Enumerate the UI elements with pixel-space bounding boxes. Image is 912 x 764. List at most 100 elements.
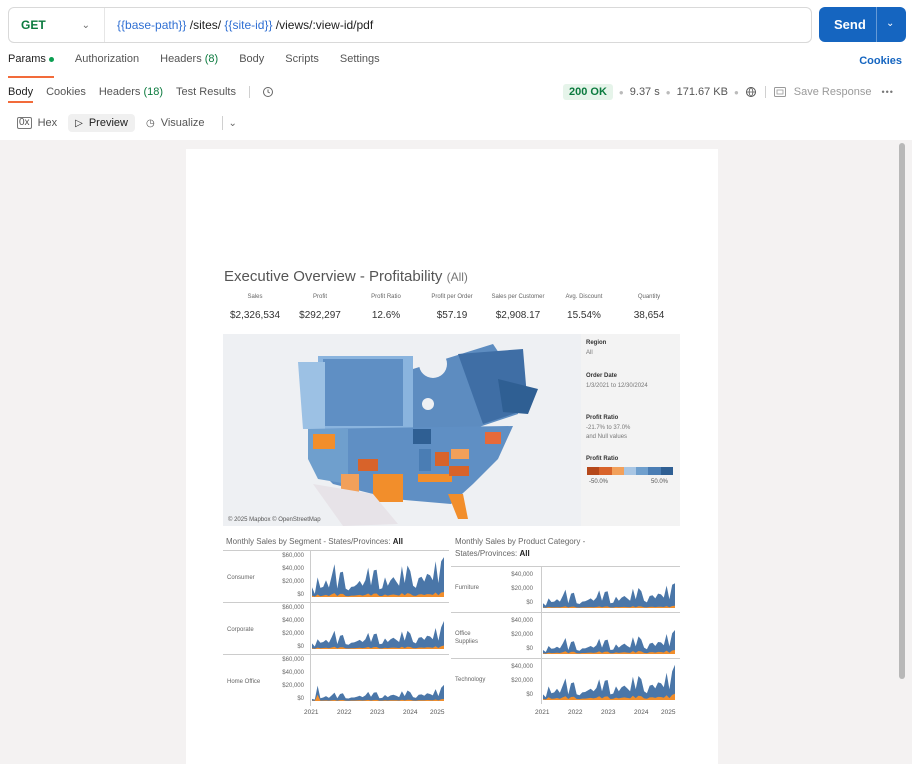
- kpi-profit-ratio: Profit Ratio 12.6%: [351, 294, 421, 321]
- x-tick-label: 2022: [337, 709, 352, 716]
- url-variable: {{site-id}}: [224, 18, 273, 32]
- row-label: Consumer: [227, 575, 255, 581]
- globe-icon[interactable]: [745, 86, 757, 98]
- x-tick-label: 2023: [370, 709, 385, 716]
- tab-body[interactable]: Body: [239, 53, 264, 73]
- tab-settings[interactable]: Settings: [340, 53, 380, 73]
- url-input[interactable]: {{base-path}} /sites/ {{site-id}} /views…: [105, 18, 373, 32]
- kpi-label: Profit per Order: [431, 294, 473, 300]
- y-tick-label: $20,000: [282, 683, 304, 689]
- tab-label: Settings: [339, 53, 380, 65]
- method-select[interactable]: GET ⌄: [9, 8, 105, 42]
- kpi-label: Profit Ratio: [371, 294, 401, 300]
- panel-divider: [223, 602, 449, 603]
- visualize-button[interactable]: ◷ Visualize: [139, 114, 212, 132]
- tab-headers[interactable]: Headers (8): [160, 53, 218, 73]
- y-tick-label: $40,000: [511, 664, 533, 670]
- response-tab-test-results[interactable]: Test Results: [176, 86, 236, 98]
- profit-ratio-map: © 2025 Mapbox © OpenStreetMap: [223, 334, 581, 526]
- tab-authorization[interactable]: Authorization: [75, 53, 139, 73]
- tab-count-badge: (18): [143, 86, 164, 98]
- send-button[interactable]: Send ⌄: [819, 7, 906, 42]
- chevron-down-icon: ⌄: [81, 19, 90, 31]
- status-badge[interactable]: 200 OK: [563, 84, 613, 100]
- kpi-label: Profit: [312, 294, 327, 300]
- x-tick-label: 2021: [304, 709, 319, 716]
- response-size[interactable]: 171.67 KB: [677, 86, 728, 98]
- filter-panel: Region All Order Date 1/3/2021 to 12/30/…: [581, 334, 680, 526]
- texas-region: [373, 474, 403, 502]
- kpi-value: $2,326,534: [229, 310, 281, 321]
- response-tab-cookies[interactable]: Cookies: [46, 86, 86, 98]
- axis-line: [310, 550, 311, 706]
- lake-michigan: [422, 398, 434, 410]
- panel-divider: [451, 658, 680, 659]
- profit-ratio-legend: [587, 467, 673, 475]
- hex-button[interactable]: 0x Hex: [10, 114, 64, 132]
- kpi-value: 15.54%: [567, 310, 601, 321]
- dashboard-title-filter: (All): [446, 270, 468, 284]
- legend-swatch: [611, 467, 624, 475]
- x-tick-label: 2024: [403, 709, 418, 716]
- y-tick-label: $0: [526, 600, 533, 606]
- tab-label: Authorization: [74, 53, 140, 65]
- cookies-link[interactable]: Cookies: [859, 55, 902, 67]
- divider: [764, 86, 766, 98]
- panel-divider: [451, 612, 680, 613]
- pennsylvania-region: [451, 449, 469, 459]
- x-tick-label: 2024: [634, 709, 649, 716]
- chevron-down-icon[interactable]: ⌄: [229, 118, 237, 129]
- y-tick-label: $40,000: [282, 670, 304, 676]
- legend-swatch: [599, 467, 612, 475]
- profit-ratio-legend-title: Profit Ratio: [586, 456, 618, 462]
- legend-max: 50.0%: [651, 479, 669, 485]
- area-chart-consumer: [312, 557, 444, 597]
- y-tick-label: $20,000: [511, 678, 533, 684]
- profit-ratio-null: and Null values: [586, 434, 628, 440]
- save-response-button[interactable]: Save Response: [794, 86, 872, 98]
- x-tick-label: 2021: [535, 709, 550, 716]
- panel-divider: [451, 566, 680, 567]
- response-tab-headers[interactable]: Headers (18): [99, 86, 163, 98]
- legend-swatch: [623, 467, 637, 475]
- y-tick-label: $60,000: [282, 553, 304, 559]
- oregon-region: [313, 434, 335, 449]
- new-york-region: [485, 432, 501, 444]
- kpi-value: 12.6%: [371, 310, 401, 321]
- y-tick-label: $60,000: [282, 657, 304, 663]
- tab-params[interactable]: Params: [8, 53, 54, 78]
- region-filter: Region All: [586, 340, 606, 357]
- sales-area: [312, 684, 444, 701]
- history-icon[interactable]: [262, 86, 274, 98]
- kpi-sales: Sales $2,326,534: [220, 294, 290, 321]
- scrollbar[interactable]: [899, 143, 905, 679]
- y-tick-label: $20,000: [511, 586, 533, 592]
- labrador-region: [498, 379, 538, 414]
- response-tab-body[interactable]: Body: [8, 86, 34, 103]
- response-time[interactable]: 9.37 s: [630, 86, 660, 98]
- response-tab-list: Body Cookies Headers (18) Test Results: [8, 86, 249, 103]
- tab-scripts[interactable]: Scripts: [285, 53, 319, 73]
- y-tick-label: $20,000: [511, 632, 533, 638]
- y-tick-label: $0: [297, 592, 304, 598]
- canada-prairies-region: [323, 359, 403, 426]
- hudson-bay: [419, 350, 447, 378]
- y-tick-label: $40,000: [511, 572, 533, 578]
- divider: [221, 116, 223, 130]
- request-bar: GET ⌄ {{base-path}} /sites/ {{site-id}} …: [8, 7, 812, 43]
- category-title-prefix: States/Provinces:: [455, 549, 520, 558]
- request-tabs: Params Authorization Headers (8) Body Script…: [8, 53, 401, 78]
- preview-button[interactable]: ▷ Preview: [68, 114, 135, 132]
- profit-ratio-filter: Profit Ratio -21.7% to 37.0% and Null va…: [586, 415, 630, 441]
- y-tick-label: $20,000: [282, 579, 304, 585]
- kpi-label: Quantity: [637, 294, 661, 300]
- legend-swatch: [636, 467, 649, 475]
- sales-area: [312, 621, 444, 649]
- hex-label: Hex: [37, 117, 58, 129]
- area-chart-technology: [543, 664, 675, 700]
- legend-swatch: [660, 467, 673, 475]
- more-options-icon[interactable]: •••: [881, 87, 893, 97]
- legend-swatch: [587, 467, 600, 475]
- chevron-down-icon[interactable]: ⌄: [886, 18, 894, 29]
- area-chart-office-supplies: [543, 630, 675, 654]
